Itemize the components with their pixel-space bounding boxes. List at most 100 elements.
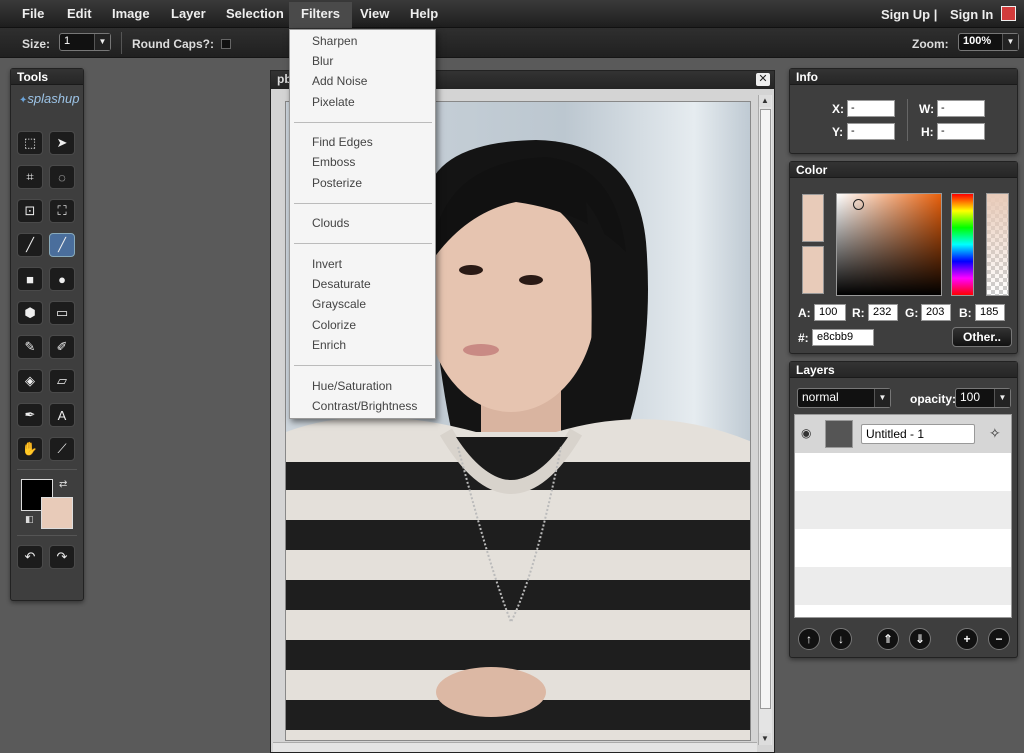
marquee-tool-icon[interactable]: ⬚ — [17, 131, 43, 155]
menu-item-add-noise[interactable]: Add Noise — [312, 74, 367, 88]
undo-icon[interactable]: ↶ — [17, 545, 43, 569]
menu-item-emboss[interactable]: Emboss — [312, 155, 355, 169]
hue-slider[interactable] — [951, 193, 974, 296]
round-caps-label: Round Caps?: — [132, 37, 214, 51]
opacity-select[interactable]: 100 ▼ — [955, 388, 1011, 408]
menu-item-invert[interactable]: Invert — [312, 257, 342, 271]
menu-item-clouds[interactable]: Clouds — [312, 216, 349, 230]
lasso-tool-icon[interactable]: ◌ — [49, 165, 75, 189]
menu-edit[interactable]: Edit — [67, 6, 92, 21]
paintbrush-tool-icon[interactable]: ✐ — [49, 335, 75, 359]
pencil-tool-icon[interactable]: ╱ — [17, 233, 43, 257]
redo-icon[interactable]: ↷ — [49, 545, 75, 569]
menu-help[interactable]: Help — [410, 6, 438, 21]
layer-row[interactable]: ◉ Untitled - 1 ✧ — [795, 415, 1011, 453]
close-app-icon[interactable] — [1001, 6, 1016, 21]
menu-item-posterize[interactable]: Posterize — [312, 176, 362, 190]
size-select[interactable]: 1 ▼ — [59, 33, 111, 51]
close-document-icon[interactable]: ✕ — [756, 73, 770, 86]
menu-item-desaturate[interactable]: Desaturate — [312, 277, 371, 291]
transform-tool-icon[interactable]: ⊡ — [17, 199, 43, 223]
w-field[interactable]: - — [937, 100, 985, 117]
sign-up-link[interactable]: Sign Up | — [881, 7, 937, 22]
line-tool-icon[interactable]: ╱ — [49, 233, 75, 257]
menu-item-colorize[interactable]: Colorize — [312, 318, 356, 332]
text-tool-icon[interactable]: A — [49, 403, 75, 427]
menu-item-enrich[interactable]: Enrich — [312, 338, 346, 352]
reset-colors-icon[interactable]: ◧ — [25, 514, 34, 525]
free-transform-tool-icon[interactable]: ⛶ — [49, 199, 75, 223]
menu-item-find-edges[interactable]: Find Edges — [312, 135, 373, 149]
crop-tool-icon[interactable]: ⌗ — [17, 165, 43, 189]
x-field[interactable]: - — [847, 100, 895, 117]
green-field[interactable]: 203 — [921, 304, 951, 321]
move-layer-bottom-icon[interactable]: ⇓ — [909, 628, 931, 650]
tools-panel-title: Tools — [11, 69, 83, 85]
blend-mode-select[interactable]: normal ▼ — [797, 388, 891, 408]
h-field[interactable]: - — [937, 123, 985, 140]
move-layer-down-icon[interactable]: ↓ — [830, 628, 852, 650]
move-tool-icon[interactable]: ➤ — [49, 131, 75, 155]
menu-item-blur[interactable]: Blur — [312, 54, 333, 68]
move-layer-top-icon[interactable]: ⇑ — [877, 628, 899, 650]
alpha-slider[interactable] — [986, 193, 1009, 296]
rectangle-tool-icon[interactable]: ■ — [17, 267, 43, 291]
menu-bar: File Edit Image Layer Selection Filters … — [0, 0, 1024, 28]
alpha-field[interactable]: 100 — [814, 304, 846, 321]
scroll-down-icon[interactable]: ▼ — [759, 733, 771, 745]
vertical-scrollbar[interactable]: ▲ ▼ — [758, 95, 772, 745]
y-field[interactable]: - — [847, 123, 895, 140]
eye-icon[interactable]: ◉ — [801, 426, 811, 440]
w-label: W: — [919, 102, 935, 116]
previous-color-swatch[interactable] — [802, 246, 824, 294]
hand-tool-icon[interactable]: ✋ — [17, 437, 43, 461]
menu-view[interactable]: View — [360, 6, 389, 21]
menu-item-pixelate[interactable]: Pixelate — [312, 95, 355, 109]
size-value: 1 — [64, 35, 71, 47]
divider — [907, 99, 908, 141]
gradient-tool-icon[interactable]: ▭ — [49, 301, 75, 325]
menu-item-grayscale[interactable]: Grayscale — [312, 297, 366, 311]
fill-tool-icon[interactable]: ◈ — [17, 369, 43, 393]
layer-list: ◉ Untitled - 1 ✧ — [794, 414, 1012, 618]
scroll-up-icon[interactable]: ▲ — [759, 95, 771, 107]
current-color-swatch[interactable] — [802, 194, 824, 242]
layer-name-field[interactable]: Untitled - 1 — [861, 424, 975, 444]
menu-selection[interactable]: Selection — [226, 6, 284, 21]
zoom-select[interactable]: 100% ▼ — [958, 33, 1019, 51]
swap-colors-icon[interactable]: ⇄ — [59, 479, 67, 490]
saturation-brightness-picker[interactable] — [836, 193, 942, 296]
background-color-swatch[interactable] — [41, 497, 73, 529]
chevron-down-icon: ▼ — [994, 389, 1010, 407]
sign-in-link[interactable]: Sign In — [950, 7, 993, 22]
move-layer-up-icon[interactable]: ↑ — [798, 628, 820, 650]
info-panel: Info X: - Y: - W: - H: - — [789, 68, 1018, 154]
delete-layer-icon[interactable]: − — [988, 628, 1010, 650]
divider — [17, 535, 77, 536]
blue-field[interactable]: 185 — [975, 304, 1005, 321]
menu-layer[interactable]: Layer — [171, 6, 206, 21]
layer-effects-icon[interactable]: ✧ — [989, 425, 1001, 442]
eyedropper-tool-icon[interactable]: ⟋ — [49, 437, 75, 461]
add-layer-icon[interactable]: + — [956, 628, 978, 650]
scrollbar-thumb[interactable] — [760, 109, 771, 709]
pen-tool-icon[interactable]: ✒ — [17, 403, 43, 427]
menu-file[interactable]: File — [22, 6, 44, 21]
menu-filters[interactable]: Filters — [289, 2, 353, 28]
polygon-tool-icon[interactable]: ⬢ — [17, 301, 43, 325]
menu-item-sharpen[interactable]: Sharpen — [312, 34, 357, 48]
hex-field[interactable]: e8cbb9 — [812, 329, 874, 346]
menu-divider — [294, 203, 432, 204]
ellipse-tool-icon[interactable]: ● — [49, 267, 75, 291]
brush-tool-icon[interactable]: ✎ — [17, 335, 43, 359]
color-picker-cursor[interactable] — [853, 199, 864, 210]
menu-item-contrast-brightness[interactable]: Contrast/Brightness — [312, 399, 417, 413]
menu-image[interactable]: Image — [112, 6, 150, 21]
menu-divider — [294, 243, 432, 244]
other-color-button[interactable]: Other.. — [952, 327, 1012, 347]
eraser-tool-icon[interactable]: ▱ — [49, 369, 75, 393]
round-caps-checkbox[interactable] — [221, 39, 231, 49]
menu-item-hue-saturation[interactable]: Hue/Saturation — [312, 379, 392, 393]
red-field[interactable]: 232 — [868, 304, 898, 321]
horizontal-scrollbar[interactable] — [273, 742, 757, 752]
